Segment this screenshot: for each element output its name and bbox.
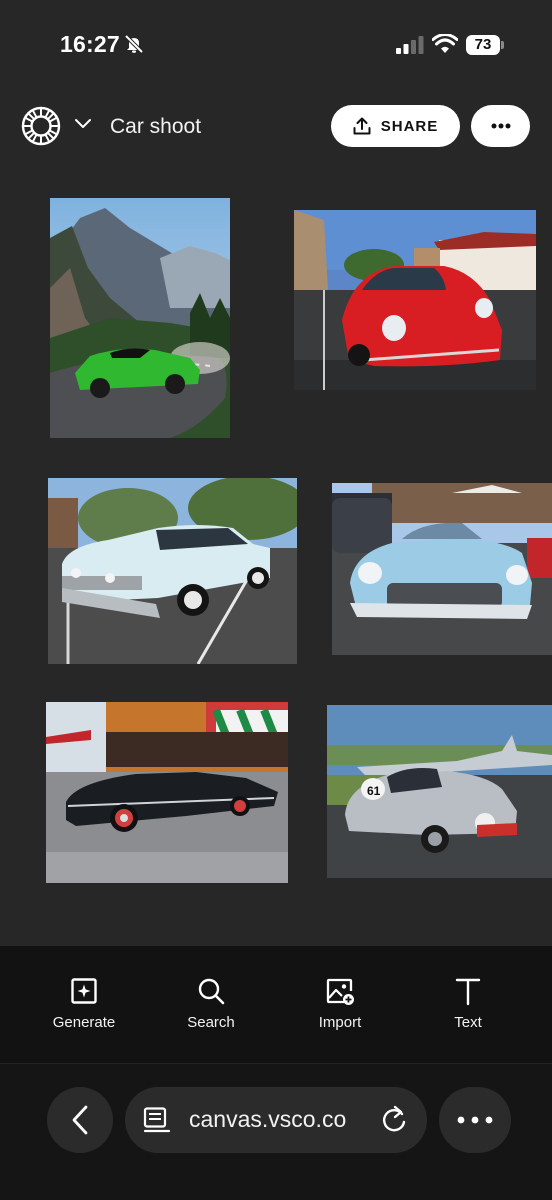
share-button[interactable]: SHARE [331, 105, 460, 147]
photo-silver-rally-car[interactable]: 61 [327, 705, 552, 878]
battery-icon: 73 [466, 35, 504, 55]
chevron-down-icon[interactable] [74, 118, 92, 130]
generate-label: Generate [52, 1014, 116, 1031]
generate-plus-icon [71, 978, 97, 1004]
status-bar: 16:27 73 [0, 0, 552, 92]
more-horizontal-icon [457, 1116, 493, 1124]
address-bar[interactable]: canvas.vsco.co [125, 1087, 427, 1153]
text-button[interactable]: Text [413, 976, 523, 1046]
more-horizontal-icon [491, 123, 510, 129]
photo-black-convertible[interactable] [46, 702, 288, 883]
status-time: 16:27 [60, 31, 120, 57]
browser-bar: canvas.vsco.co [0, 1064, 552, 1200]
url-text: canvas.vsco.co [189, 1106, 347, 1132]
import-button[interactable]: Import [285, 976, 395, 1046]
project-title[interactable]: Car shoot [110, 115, 201, 139]
back-button[interactable] [47, 1087, 113, 1153]
photo-red-coupe[interactable] [294, 210, 536, 390]
chevron-left-icon [72, 1105, 88, 1135]
photo-blue-sedan[interactable] [48, 478, 297, 664]
wifi-icon [432, 34, 458, 53]
page-menu-icon [143, 1107, 171, 1133]
import-image-icon [326, 978, 354, 1005]
race-number: 61 [367, 784, 381, 798]
generate-button[interactable]: Generate [29, 976, 139, 1046]
more-button[interactable] [471, 105, 530, 147]
battery-level: 73 [474, 36, 492, 53]
import-label: Import [318, 1014, 362, 1031]
text-icon [455, 978, 481, 1006]
upload-icon [353, 117, 371, 135]
photo-blue-convertible[interactable] [332, 483, 552, 655]
bell-off-icon [124, 34, 144, 54]
signal-icon [396, 36, 424, 54]
search-label: Search [187, 1014, 235, 1031]
text-label: Text [454, 1014, 482, 1031]
vsco-logo-icon[interactable] [21, 106, 61, 146]
photo-green-sports-car[interactable] [50, 198, 230, 438]
search-icon [198, 978, 225, 1005]
reload-icon[interactable] [379, 1105, 409, 1135]
search-button[interactable]: Search [156, 976, 266, 1046]
app-header: Car shoot SHARE [0, 92, 552, 162]
bottom-toolbar: Generate Search Import Text [0, 946, 552, 1064]
share-label: SHARE [380, 117, 439, 135]
canvas[interactable]: 61 [0, 162, 552, 946]
browser-more-button[interactable] [439, 1087, 511, 1153]
